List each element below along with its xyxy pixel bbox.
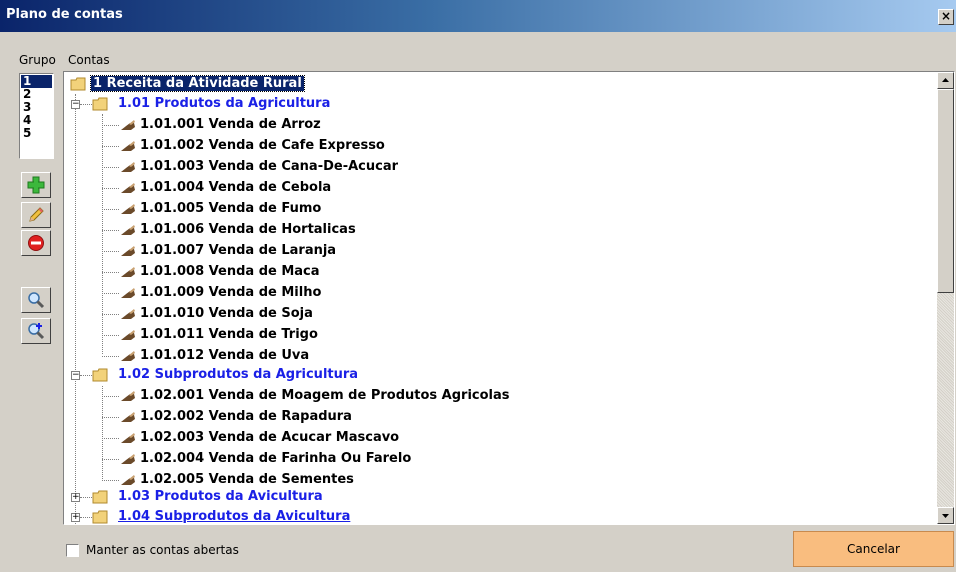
account-icon <box>121 412 135 422</box>
expand-toggle[interactable]: + <box>71 493 80 502</box>
grupo-header: Grupo <box>19 53 56 67</box>
arrow-up-icon <box>942 78 949 82</box>
account-item[interactable]: 1.02.004 Venda de Farinha Ou Farelo <box>140 449 411 469</box>
account-icon <box>121 391 135 401</box>
window-title: Plano de contas <box>6 7 123 22</box>
tree-root-label: 1 Receita da Atividade Rural <box>90 75 305 92</box>
magnifier-icon <box>28 292 45 309</box>
account-icon <box>121 141 135 151</box>
scroll-down-button[interactable] <box>937 507 954 524</box>
account-item[interactable]: 1.01.012 Venda de Uva <box>140 346 309 366</box>
edit-button[interactable] <box>21 202 51 228</box>
tree-group-1-01[interactable]: 1.01 Produtos da Agricultura <box>118 94 330 114</box>
account-icon <box>121 433 135 443</box>
grupo-item-5[interactable]: 5 <box>21 127 52 140</box>
account-item[interactable]: 1.02.001 Venda de Moagem de Produtos Agr… <box>140 386 510 406</box>
tree-root[interactable]: 1 Receita da Atividade Rural <box>90 74 305 94</box>
magnifier-plus-icon <box>28 323 45 340</box>
close-icon: × <box>940 9 952 23</box>
account-item[interactable]: 1.01.009 Venda de Milho <box>140 283 321 303</box>
tree-line <box>102 386 103 479</box>
account-icon <box>121 204 135 214</box>
tree-line <box>102 114 103 354</box>
account-item[interactable]: 1.01.005 Venda de Fumo <box>140 199 321 219</box>
account-icon <box>121 475 135 485</box>
scroll-up-button[interactable] <box>937 72 954 89</box>
tree-group-1-04[interactable]: 1.04 Subprodutos da Avicultura <box>118 507 350 524</box>
account-item[interactable]: 1.01.002 Venda de Cafe Expresso <box>140 136 385 156</box>
tree-group-1-02[interactable]: 1.02 Subprodutos da Agricultura <box>118 365 358 385</box>
account-item[interactable]: 1.02.002 Venda de Rapadura <box>140 407 352 427</box>
vertical-scrollbar[interactable] <box>937 72 954 524</box>
add-button[interactable] <box>21 172 51 198</box>
folder-icon <box>92 490 108 504</box>
account-icon <box>121 309 135 319</box>
contas-header: Contas <box>68 53 110 67</box>
collapse-toggle[interactable]: − <box>71 371 80 380</box>
account-icon <box>121 454 135 464</box>
close-button[interactable]: × <box>938 9 954 25</box>
account-item[interactable]: 1.01.011 Venda de Trigo <box>140 325 318 345</box>
account-icon <box>121 120 135 130</box>
account-item[interactable]: 1.01.006 Venda de Hortalicas <box>140 220 356 240</box>
folder-icon <box>92 368 108 382</box>
account-item[interactable]: 1.02.003 Venda de Acucar Mascavo <box>140 428 399 448</box>
account-icon <box>121 183 135 193</box>
account-icon <box>121 162 135 172</box>
account-item[interactable]: 1.01.001 Venda de Arroz <box>140 115 321 135</box>
title-bar: Plano de contas × <box>0 0 956 32</box>
account-icon <box>121 225 135 235</box>
arrow-down-icon <box>942 514 949 518</box>
account-icon <box>121 330 135 340</box>
account-icon <box>121 267 135 277</box>
expand-toggle[interactable]: + <box>71 513 80 522</box>
account-icon <box>121 288 135 298</box>
grupo-list[interactable]: 1 2 3 4 5 <box>19 73 54 159</box>
account-item[interactable]: 1.01.007 Venda de Laranja <box>140 241 336 261</box>
tree-group-1-03[interactable]: 1.03 Produtos da Avicultura <box>118 487 323 507</box>
folder-icon <box>92 510 108 524</box>
account-item[interactable]: 1.01.004 Venda de Cebola <box>140 178 331 198</box>
keep-open-checkbox[interactable] <box>66 544 79 557</box>
zoom-button[interactable] <box>21 318 51 344</box>
account-item[interactable]: 1.01.003 Venda de Cana-De-Acucar <box>140 157 398 177</box>
account-icon <box>121 246 135 256</box>
search-button[interactable] <box>21 287 51 313</box>
pencil-icon <box>29 207 44 222</box>
cancel-button[interactable]: Cancelar <box>793 531 954 567</box>
folder-icon <box>70 77 86 91</box>
collapse-toggle[interactable]: − <box>71 100 80 109</box>
account-item[interactable]: 1.01.010 Venda de Soja <box>140 304 313 324</box>
keep-open-label: Manter as contas abertas <box>86 543 239 557</box>
cancel-button-label: Cancelar <box>847 542 900 556</box>
delete-icon <box>28 235 44 251</box>
account-icon <box>121 351 135 361</box>
tree-line <box>75 94 76 524</box>
scroll-thumb[interactable] <box>937 89 954 293</box>
account-item[interactable]: 1.01.008 Venda de Maca <box>140 262 320 282</box>
contas-tree[interactable]: 1 Receita da Atividade Rural − 1.01 Prod… <box>63 71 955 525</box>
delete-button[interactable] <box>21 230 51 256</box>
folder-icon <box>92 97 108 111</box>
plus-icon <box>27 176 45 194</box>
